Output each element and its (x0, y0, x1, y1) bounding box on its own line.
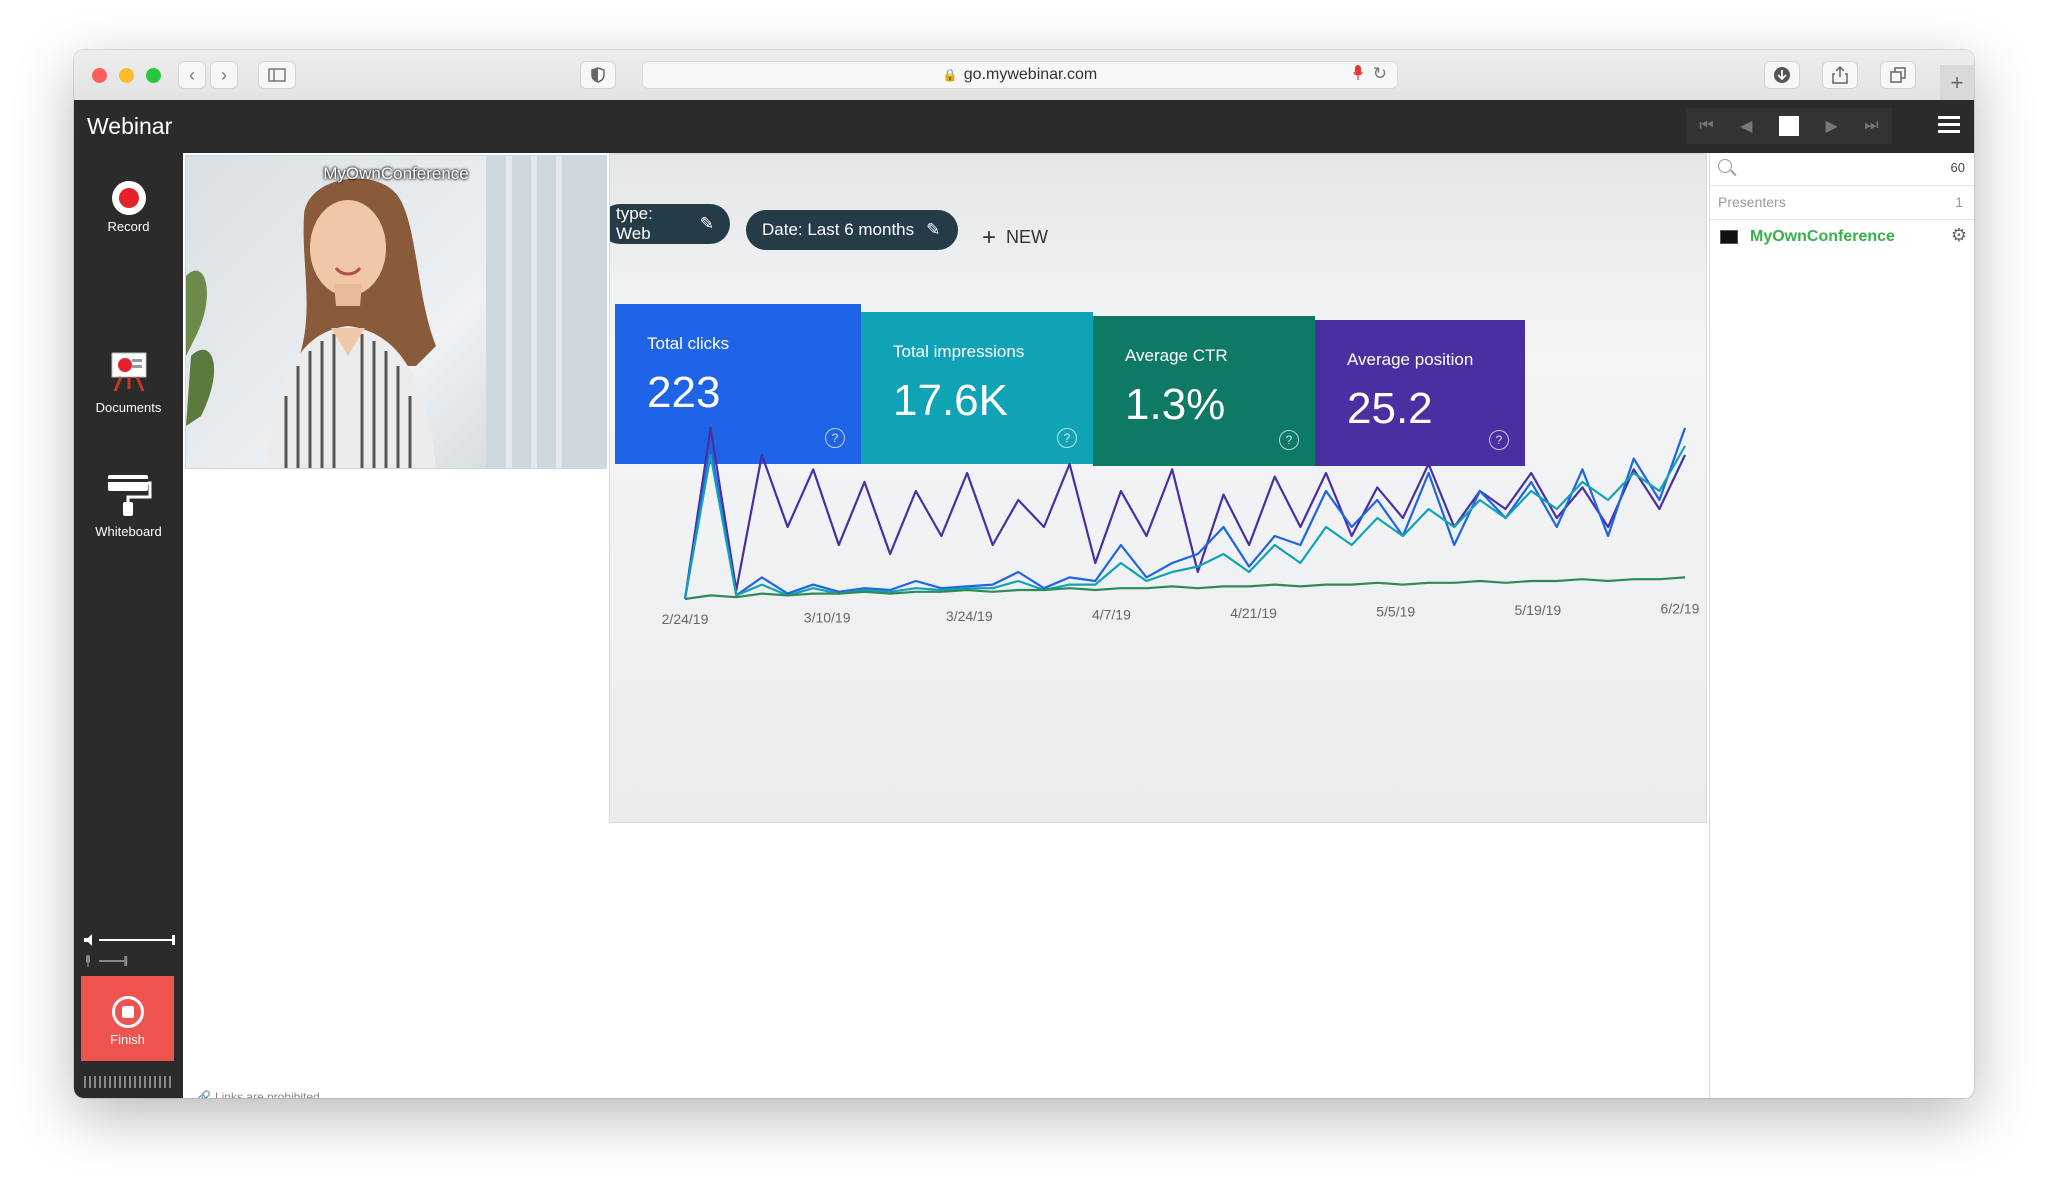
participant-count: 60 (1950, 160, 1965, 175)
left-toolbar: Record Documents Whiteboard Finish (74, 153, 183, 1098)
presenter-video[interactable]: MyOwnConference (185, 155, 607, 469)
tabs-overview-button[interactable] (1880, 61, 1916, 89)
presenters-count: 1 (1955, 194, 1963, 210)
link-icon: 🔗 (196, 1090, 211, 1098)
flag-icon (1720, 230, 1738, 244)
finish-label: Finish (110, 1032, 145, 1047)
chevron-right-icon: › (221, 64, 227, 85)
minimize-window-button[interactable] (119, 68, 134, 83)
browser-toolbar: ‹ › 🔒 go.mywebinar.com ↻ + (74, 50, 1974, 101)
presenter-name-label: MyOwnConference (323, 164, 469, 183)
presenters-header: Presenters 1 (1710, 185, 1974, 220)
mic-volume-handle[interactable] (124, 956, 128, 966)
plus-icon: + (1950, 69, 1964, 95)
stop-button[interactable] (1778, 116, 1799, 136)
x-tick-label: 5/5/19 (1376, 604, 1415, 620)
links-notice-text: Links are prohibited (214, 1090, 320, 1098)
sidebar-toggle-button[interactable] (258, 61, 296, 89)
x-tick-label: 4/7/19 (1092, 607, 1131, 623)
presenter-list-item[interactable]: MyOwnConference ⚙ (1710, 219, 1974, 255)
whiteboard-label: Whiteboard (95, 524, 162, 539)
share-button[interactable] (1822, 61, 1858, 89)
shield-icon (591, 67, 605, 83)
back-button[interactable]: ‹ (178, 61, 206, 89)
participants-search[interactable]: 60 (1710, 153, 1974, 186)
new-tab-button[interactable]: + (1940, 65, 1974, 100)
sidebar-icon (268, 68, 286, 82)
address-bar[interactable]: 🔒 go.mywebinar.com ↻ (642, 61, 1398, 89)
x-tick-label: 5/19/19 (1514, 602, 1561, 618)
menu-icon[interactable] (1938, 116, 1960, 134)
whiteboard-button[interactable]: Whiteboard (74, 473, 183, 539)
shared-screen: type: Web ✎ Date: Last 6 months ✎ + NEW T… (609, 153, 1707, 823)
x-tick-label: 3/10/19 (804, 610, 851, 626)
x-tick-label: 3/24/19 (946, 608, 993, 624)
gear-icon[interactable]: ⚙ (1951, 225, 1967, 246)
skip-last-icon[interactable]: ⏭ (1864, 117, 1878, 135)
microphone-small-icon (86, 955, 90, 967)
download-icon (1774, 67, 1790, 83)
links-notice: 🔗 Links are prohibited (196, 1090, 320, 1098)
close-window-button[interactable] (92, 68, 107, 83)
presenter-portrait (186, 156, 606, 468)
x-tick-label: 4/21/19 (1230, 605, 1277, 621)
record-icon (111, 181, 146, 215)
record-label: Record (107, 219, 150, 234)
share-icon (1832, 66, 1848, 84)
stop-circle-icon (111, 996, 144, 1028)
lock-icon: 🔒 (942, 68, 958, 82)
record-button[interactable]: Record (74, 181, 183, 234)
performance-chart: 2/24/19 3/10/19 3/24/19 4/7/19 4/21/19 5/5/19… (662, 426, 1700, 627)
browser-window: ‹ › 🔒 go.mywebinar.com ↻ + Webinar ⏮ ◀ ▶… (74, 50, 1974, 1098)
previous-icon[interactable]: ◀ (1740, 116, 1752, 136)
documents-label: Documents (95, 400, 162, 415)
chevron-left-icon: ‹ (189, 64, 195, 85)
speaker-volume-handle[interactable] (172, 935, 175, 945)
presenters-label: Presenters (1718, 194, 1786, 210)
downloads-button[interactable] (1764, 61, 1800, 89)
presenter-name: MyOwnConference (1750, 228, 1895, 245)
privacy-shield-button[interactable] (580, 61, 616, 89)
url-text: go.mywebinar.com (963, 66, 1098, 83)
paint-roller-icon (107, 475, 151, 516)
zoom-window-button[interactable] (146, 68, 161, 83)
tabs-icon (1890, 67, 1906, 83)
skip-first-icon[interactable]: ⏮ (1699, 117, 1713, 135)
app-title: Webinar (87, 113, 173, 139)
documents-button[interactable]: Documents (74, 351, 183, 415)
chart-series-line-1 (683, 427, 1687, 600)
forward-button[interactable]: › (210, 61, 238, 89)
participants-panel: 60 Presenters 1 MyOwnConference ⚙ (1709, 153, 1974, 1098)
speaker-icon (84, 934, 92, 946)
chart-series-line-3 (684, 576, 1686, 601)
audio-sliders (84, 934, 175, 967)
x-tick-label: 6/2/19 (1661, 601, 1700, 617)
presentation-easel-icon (111, 352, 146, 392)
search-icon (1718, 159, 1732, 173)
conference-stage: MyOwnConference type: Web ✎ Date: Last 6… (183, 153, 1707, 1098)
microphone-icon[interactable] (1353, 65, 1363, 81)
app-header: Webinar ⏮ ◀ ▶ ⏭ (74, 100, 1974, 153)
next-icon[interactable]: ▶ (1825, 116, 1837, 136)
chart-series-line-0 (683, 426, 1686, 600)
presentation-controls: ⏮ ◀ ▶ ⏭ (1686, 108, 1892, 144)
reload-icon[interactable]: ↻ (1373, 64, 1387, 84)
finish-button[interactable]: Finish (81, 976, 174, 1061)
resize-grip[interactable] (84, 1076, 172, 1088)
x-tick-label: 2/24/19 (662, 611, 709, 627)
